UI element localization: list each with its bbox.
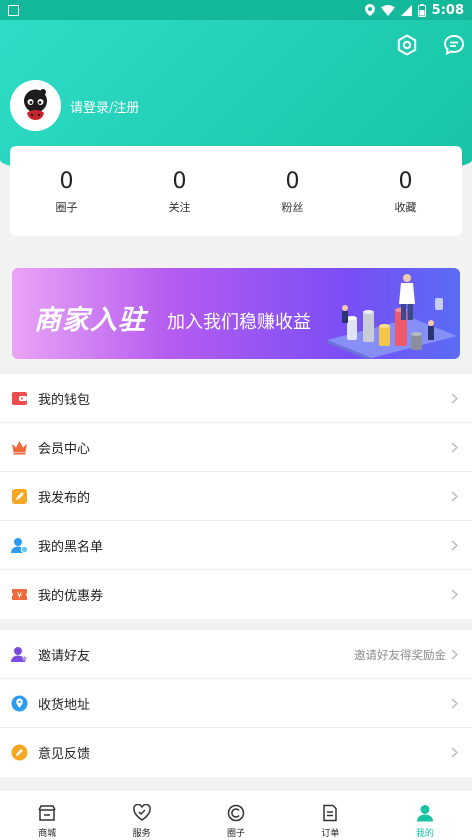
nav-tab-orders[interactable]: 订单 xyxy=(283,790,377,840)
chevron-right-icon xyxy=(451,442,458,453)
chevron-right-icon xyxy=(451,698,458,709)
chevron-right-icon xyxy=(451,747,458,758)
feedback-icon xyxy=(11,744,28,761)
menu-item-wallet[interactable]: 我的钱包 xyxy=(0,374,472,423)
menu-item-blacklist[interactable]: 我的黑名单 xyxy=(0,521,472,570)
notification-icon xyxy=(8,4,19,16)
invite-icon xyxy=(11,647,28,662)
chevron-right-icon xyxy=(451,589,458,600)
chevron-right-icon xyxy=(451,649,458,660)
stat-followers[interactable]: 0 粉丝 xyxy=(236,146,349,236)
menu-label: 收货地址 xyxy=(38,697,91,713)
crown-icon xyxy=(12,441,27,455)
menu-item-coupons[interactable]: ¥ 我的优惠券 xyxy=(0,570,472,619)
chevron-right-icon xyxy=(451,491,458,502)
nav-tab-store[interactable]: 商城 xyxy=(0,790,94,840)
status-time: 5:08 xyxy=(431,2,464,18)
menu-group-other: 邀请好友 邀请好友得奖励金 收货地址 意见反馈 xyxy=(0,630,472,777)
stat-value: 0 xyxy=(398,169,413,194)
location-status-icon xyxy=(364,4,375,16)
nav-tab-circle[interactable]: 圈子 xyxy=(189,790,283,840)
profile-icon xyxy=(416,805,433,822)
signal-icon xyxy=(400,4,412,16)
chevron-right-icon xyxy=(451,540,458,551)
order-icon xyxy=(323,804,338,822)
banner-illustration-icon xyxy=(327,274,457,359)
banner-subtitle: 加入我们稳赚收益 xyxy=(167,312,311,333)
status-bar: 5:08 xyxy=(0,0,472,20)
avatar-mascot-icon xyxy=(10,80,61,131)
menu-label: 邀请好友 xyxy=(38,648,91,664)
bottom-nav: 商城 服务 圈子 订单 我的 xyxy=(0,789,472,840)
user-block-icon xyxy=(11,538,28,554)
nav-label: 订单 xyxy=(321,829,340,839)
menu-item-membership[interactable]: 会员中心 xyxy=(0,423,472,472)
banner-title: 商家入驻 xyxy=(34,305,146,336)
menu-label: 我发布的 xyxy=(38,490,91,506)
menu-label: 我的黑名单 xyxy=(38,539,104,555)
message-icon[interactable] xyxy=(443,34,465,56)
coupon-icon: ¥ xyxy=(12,589,27,600)
menu-label: 意见反馈 xyxy=(38,747,91,762)
stat-label: 粉丝 xyxy=(281,201,304,214)
nav-tab-mine[interactable]: 我的 xyxy=(378,790,472,840)
stats-card: 0 圈子 0 关注 0 粉丝 0 收藏 xyxy=(10,146,462,236)
nav-label: 商城 xyxy=(38,829,57,839)
heart-service-icon xyxy=(132,804,151,821)
nav-label: 圈子 xyxy=(227,829,246,839)
stat-value: 0 xyxy=(59,169,74,194)
battery-icon xyxy=(417,3,426,17)
store-icon xyxy=(38,805,56,821)
nav-label: 服务 xyxy=(132,829,151,839)
stat-circles[interactable]: 0 圈子 xyxy=(10,146,123,236)
wifi-icon xyxy=(380,4,395,16)
menu-group-account: 我的钱包 会员中心 我发布的 我的黑名单 ¥ 我的优惠券 xyxy=(0,374,472,619)
login-register-link[interactable]: 请登录/注册 xyxy=(70,97,139,116)
avatar[interactable] xyxy=(10,80,61,131)
stat-label: 收藏 xyxy=(394,201,417,214)
stat-label: 圈子 xyxy=(55,201,78,214)
menu-label: 我的优惠券 xyxy=(38,589,104,604)
menu-item-my-posts[interactable]: 我发布的 xyxy=(0,472,472,521)
menu-item-invite-friends[interactable]: 邀请好友 邀请好友得奖励金 xyxy=(0,630,472,679)
wallet-icon xyxy=(12,392,27,405)
stat-value: 0 xyxy=(172,169,187,194)
stat-following[interactable]: 0 关注 xyxy=(123,146,236,236)
menu-item-feedback[interactable]: 意见反馈 xyxy=(0,728,472,777)
settings-icon[interactable] xyxy=(396,34,418,56)
invite-reward-hint: 邀请好友得奖励金 xyxy=(354,648,446,662)
menu-item-shipping-address[interactable]: 收货地址 xyxy=(0,679,472,728)
chevron-right-icon xyxy=(451,393,458,404)
menu-label: 会员中心 xyxy=(38,441,91,457)
menu-label: 我的钱包 xyxy=(38,392,91,408)
nav-label: 我的 xyxy=(415,829,434,839)
location-icon xyxy=(11,695,28,712)
stat-label: 关注 xyxy=(168,201,191,214)
stat-value: 0 xyxy=(285,169,300,194)
nav-tab-service[interactable]: 服务 xyxy=(94,790,188,840)
svg-text:¥: ¥ xyxy=(17,591,22,600)
merchant-join-banner[interactable]: 商家入驻 加入我们稳赚收益 xyxy=(12,268,460,359)
circle-icon xyxy=(227,804,245,822)
edit-icon xyxy=(12,489,27,504)
stat-favorites[interactable]: 0 收藏 xyxy=(349,146,462,236)
